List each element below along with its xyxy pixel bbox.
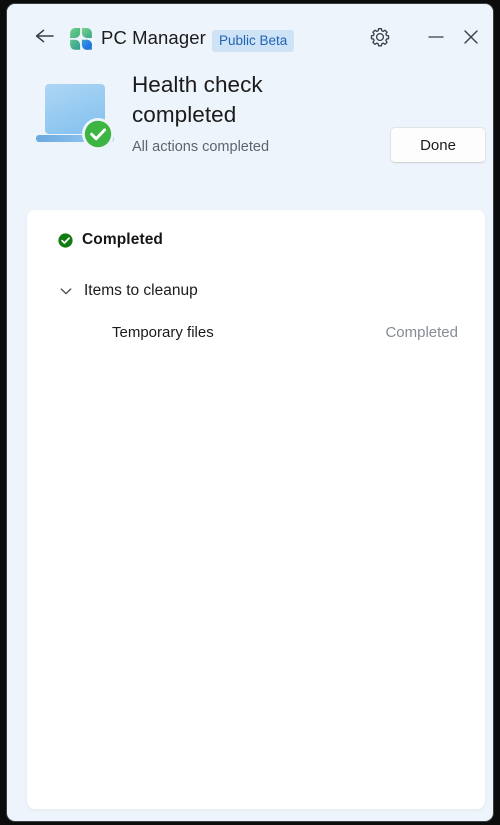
group-label: Items to cleanup <box>84 282 198 299</box>
titlebar: PC Manager Public Beta <box>7 4 493 66</box>
completed-section-label: Completed <box>82 231 163 248</box>
results-card: Completed Items to cleanup Temporary fil… <box>27 210 485 809</box>
pc-manager-logo-icon <box>68 26 94 52</box>
hero-text-block: Health check completed All actions compl… <box>132 70 372 156</box>
completed-section-header: Completed <box>58 231 163 249</box>
check-circle-icon <box>58 232 73 248</box>
public-beta-badge: Public Beta <box>212 30 295 52</box>
laptop-with-check-icon <box>36 80 118 152</box>
items-to-cleanup-group[interactable]: Items to cleanup <box>58 282 198 300</box>
close-icon <box>462 28 480 46</box>
pc-manager-window: PC Manager Public Beta Health check comp… <box>6 3 494 822</box>
item-name: Temporary files <box>112 323 214 341</box>
list-item: Temporary files Completed <box>27 315 485 349</box>
item-status: Completed <box>385 323 458 341</box>
minimize-button[interactable] <box>422 24 450 50</box>
page-title: Health check completed <box>132 72 263 127</box>
minimize-icon <box>427 28 445 46</box>
chevron-down-icon <box>58 283 74 299</box>
app-title: PC Manager <box>101 27 206 48</box>
arrow-left-icon <box>34 27 56 45</box>
page-subtitle: All actions completed <box>132 139 270 155</box>
back-button[interactable] <box>28 23 62 49</box>
done-button[interactable]: Done <box>390 127 486 163</box>
close-button[interactable] <box>457 24 485 50</box>
gear-icon <box>370 27 390 47</box>
settings-button[interactable] <box>366 24 394 50</box>
